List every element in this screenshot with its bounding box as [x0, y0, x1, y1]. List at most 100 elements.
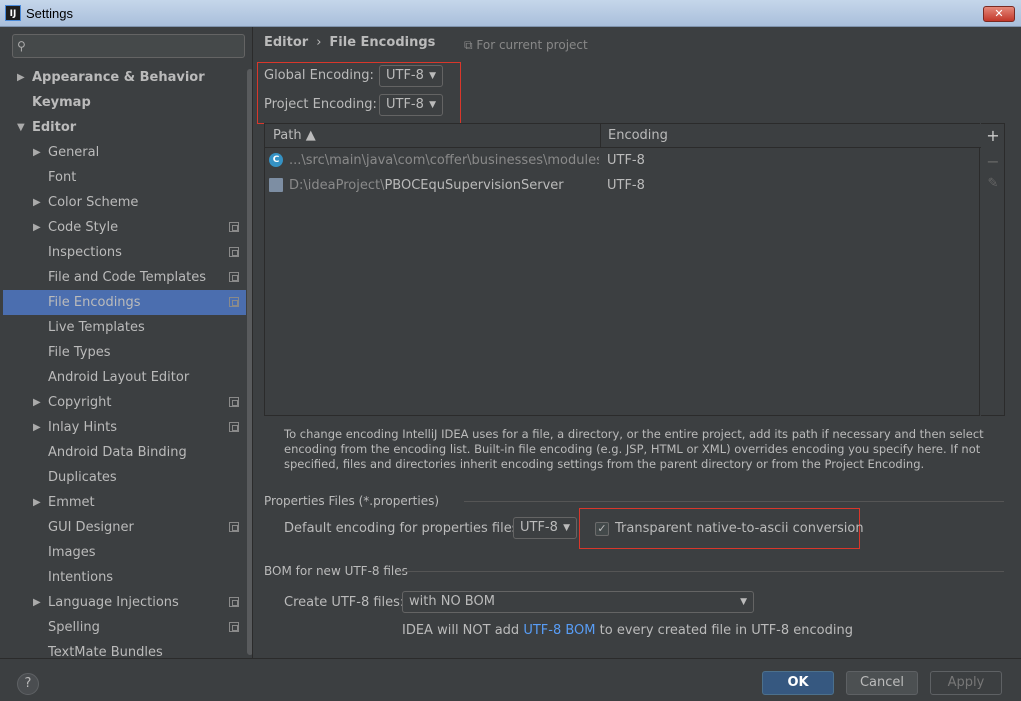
for-current-project-label: For current project [476, 38, 588, 52]
remove-icon[interactable]: − [985, 152, 1001, 171]
sidebar-item-color-scheme[interactable]: ▶ Color Scheme [3, 190, 252, 215]
sidebar-item-spelling[interactable]: Spelling [3, 615, 252, 640]
sidebar-item-label: Inspections [48, 245, 122, 260]
sidebar-item-textmate-bundles[interactable]: TextMate Bundles [3, 640, 252, 658]
edit-icon[interactable]: ✎ [985, 176, 1001, 191]
transparent-conversion-checkbox[interactable]: ✓ [595, 522, 609, 536]
sidebar-item-label: Language Injections [48, 595, 179, 610]
sidebar-item-gui-designer[interactable]: GUI Designer [3, 515, 252, 540]
sidebar-item-font[interactable]: Font [3, 165, 252, 190]
cancel-button[interactable]: Cancel [846, 671, 918, 695]
scrollbar-thumb[interactable] [247, 69, 252, 655]
sidebar-item-file-encodings[interactable]: File Encodings [3, 290, 252, 315]
sidebar-item-android-layout-editor[interactable]: Android Layout Editor [3, 365, 252, 390]
sidebar-item-label: Images [48, 545, 96, 560]
apply-button[interactable]: Apply [930, 671, 1002, 695]
close-button[interactable]: ✕ [983, 6, 1015, 22]
help-button[interactable]: ? [17, 673, 39, 695]
main-panel: Editor › File Encodings ⧉ For current proj… [254, 27, 1021, 658]
sidebar-item-file-types[interactable]: File Types [3, 340, 252, 365]
project-scope-icon [229, 247, 239, 257]
sidebar-item-keymap[interactable]: Keymap [3, 90, 252, 115]
properties-encoding-combo[interactable]: UTF-8 ▼ [513, 517, 577, 539]
sidebar-item-code-style[interactable]: ▶ Code Style [3, 215, 252, 240]
sidebar-item-images[interactable]: Images [3, 540, 252, 565]
sidebar-scrollbar[interactable] [246, 65, 252, 655]
sidebar-item-inspections[interactable]: Inspections [3, 240, 252, 265]
row-path-dim: D:\ideaProject\ [289, 178, 385, 193]
sidebar-item-label: GUI Designer [48, 520, 134, 535]
sidebar-item-label: General [48, 145, 100, 160]
sidebar-item-label: Android Layout Editor [48, 370, 190, 385]
global-encoding-label: Global Encoding: [264, 68, 374, 83]
chevron-right-icon[interactable]: ▶ [33, 140, 41, 165]
sidebar-item-label: File Types [48, 345, 111, 360]
add-icon[interactable]: + [985, 126, 1001, 145]
breadcrumb-parent: Editor [264, 35, 309, 50]
row-path: ...\src\main\java\com\coffer\businesses\… [289, 148, 599, 173]
ok-button[interactable]: OK [762, 671, 834, 695]
sidebar-item-duplicates[interactable]: Duplicates [3, 465, 252, 490]
sidebar-item-label: Inlay Hints [48, 420, 117, 435]
breadcrumb-separator: › [316, 35, 322, 50]
table-toolbar: + − ✎ [981, 123, 1005, 416]
settings-tree: ▶ Appearance & Behavior Keymap ▼ Editor ▶ Gene… [3, 65, 252, 658]
chevron-right-icon[interactable]: ▶ [33, 215, 41, 240]
chevron-down-icon: ▼ [740, 597, 747, 607]
chevron-right-icon[interactable]: ▶ [33, 415, 41, 440]
project-scope-icon: ⧉ [464, 38, 477, 52]
sidebar-item-label: File and Code Templates [48, 270, 206, 285]
global-encoding-value: UTF-8 [386, 68, 424, 83]
sidebar-item-emmet[interactable]: ▶ Emmet [3, 490, 252, 515]
table-row[interactable]: D:\ideaProject\PBOCEquSupervisionServer … [265, 173, 981, 198]
bom-value: with NO BOM [409, 594, 495, 609]
sidebar-item-label: Spelling [48, 620, 100, 635]
sidebar-item-inlay-hints[interactable]: ▶ Inlay Hints [3, 415, 252, 440]
sidebar-item-editor[interactable]: ▼ Editor [3, 115, 252, 140]
chevron-right-icon[interactable]: ▶ [17, 65, 25, 90]
column-path[interactable]: Path ▲ [273, 128, 316, 143]
utf8-bom-link[interactable]: UTF-8 BOM [523, 623, 595, 638]
folder-icon [269, 178, 283, 192]
project-encoding-combo[interactable]: UTF-8 ▼ [379, 94, 443, 116]
chevron-right-icon[interactable]: ▶ [33, 190, 41, 215]
row-encoding[interactable]: UTF-8 [607, 173, 645, 198]
bom-separator [399, 571, 1004, 572]
table-row[interactable]: C ...\src\main\java\com\coffer\businesse… [265, 148, 981, 173]
sidebar-item-android-data-binding[interactable]: Android Data Binding [3, 440, 252, 465]
chevron-right-icon[interactable]: ▶ [33, 590, 41, 615]
sidebar-item-label: Duplicates [48, 470, 117, 485]
column-encoding[interactable]: Encoding [608, 128, 668, 143]
column-divider[interactable] [600, 124, 601, 148]
chevron-right-icon[interactable]: ▶ [33, 490, 41, 515]
project-scope-icon [229, 622, 239, 632]
bom-note-after: to every created file in UTF-8 encoding [595, 623, 853, 638]
global-encoding-combo[interactable]: UTF-8 ▼ [379, 65, 443, 87]
sidebar-item-label: TextMate Bundles [48, 645, 163, 658]
project-scope-icon [229, 222, 239, 232]
project-scope-icon [229, 272, 239, 282]
chevron-down-icon[interactable]: ▼ [17, 115, 25, 140]
sidebar-item-live-templates[interactable]: Live Templates [3, 315, 252, 340]
search-input[interactable]: ⚲ [12, 34, 245, 58]
sidebar-item-intentions[interactable]: Intentions [3, 565, 252, 590]
title-bar: IJ Settings ✕ [0, 0, 1021, 27]
breadcrumb: Editor › File Encodings [264, 35, 435, 50]
sidebar-item-language-injections[interactable]: ▶ Language Injections [3, 590, 252, 615]
sidebar-item-label: Intentions [48, 570, 114, 585]
project-encoding-label: Project Encoding: [264, 97, 377, 112]
properties-separator [464, 501, 1004, 502]
chevron-right-icon[interactable]: ▶ [33, 390, 41, 415]
sidebar-item-general[interactable]: ▶ General [3, 140, 252, 165]
table-header: Path ▲ Encoding [265, 124, 981, 148]
sidebar-item-file-and-code-templates[interactable]: File and Code Templates [3, 265, 252, 290]
sidebar-item-copyright[interactable]: ▶ Copyright [3, 390, 252, 415]
bom-combo[interactable]: with NO BOM ▼ [402, 591, 754, 613]
transparent-conversion-label[interactable]: Transparent native-to-ascii conversion [615, 521, 864, 536]
sidebar-item-label: Live Templates [48, 320, 145, 335]
encoding-description: To change encoding IntelliJ IDEA uses fo… [284, 427, 984, 471]
project-scope-icon [229, 422, 239, 432]
sidebar-item-appearance-behavior[interactable]: ▶ Appearance & Behavior [3, 65, 252, 90]
row-encoding[interactable]: UTF-8 [607, 148, 645, 173]
properties-section-title: Properties Files (*.properties) [264, 494, 440, 508]
